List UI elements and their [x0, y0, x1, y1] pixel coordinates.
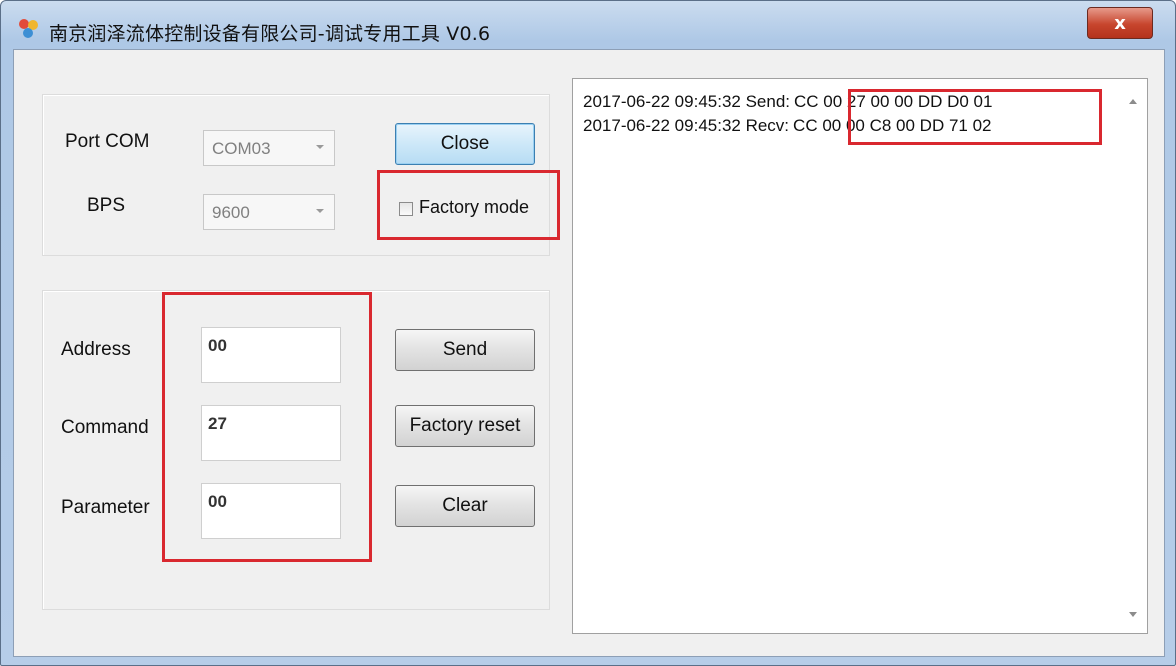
bps-select[interactable]: 9600 — [203, 194, 335, 230]
parameter-label: Parameter — [61, 497, 150, 518]
command-inputs-highlight — [162, 292, 372, 562]
command-label: Command — [61, 417, 149, 438]
factory-reset-button-label: Factory reset — [409, 415, 521, 436]
bps-label: BPS — [87, 195, 126, 216]
window-title: 南京润泽流体控制设备有限公司-调试专用工具 V0.6 — [49, 23, 491, 45]
clear-button[interactable]: Clear — [395, 485, 535, 527]
send-button[interactable]: Send — [395, 329, 535, 371]
port-com-value: COM03 — [212, 139, 271, 158]
log-line-prefix: 2017-06-22 09:45:32 Send: — [583, 92, 791, 111]
app-window: 南京润泽流体控制设备有限公司-调试专用工具 V0.6 x Port COM CO… — [0, 0, 1176, 666]
factory-mode-highlight — [377, 170, 560, 240]
app-icon — [19, 19, 38, 38]
address-label: Address — [61, 339, 131, 360]
hex-data-highlight — [848, 89, 1102, 145]
factory-reset-button[interactable]: Factory reset — [395, 405, 535, 447]
window-close-button[interactable]: x — [1087, 7, 1153, 39]
chevron-down-icon — [316, 145, 324, 149]
scroll-up-icon[interactable] — [1129, 99, 1137, 104]
client-area: Port COM COM03 BPS 9600 Close Factory mo… — [13, 49, 1165, 657]
scroll-down-icon[interactable] — [1129, 612, 1137, 617]
log-line-prefix: 2017-06-22 09:45:32 Recv: — [583, 116, 790, 135]
clear-button-label: Clear — [442, 495, 488, 516]
port-com-select[interactable]: COM03 — [203, 130, 335, 166]
port-com-label: Port COM — [65, 131, 150, 152]
close-button-label: Close — [440, 133, 490, 154]
close-button[interactable]: Close — [395, 123, 535, 165]
close-icon: x — [1114, 12, 1126, 34]
send-button-label: Send — [442, 339, 488, 360]
log-textarea[interactable]: 2017-06-22 09:45:32 Send: CC 00 27 00 00 … — [572, 78, 1148, 634]
title-bar[interactable]: 南京润泽流体控制设备有限公司-调试专用工具 V0.6 x — [1, 1, 1175, 47]
bps-value: 9600 — [212, 203, 250, 222]
chevron-down-icon — [316, 209, 324, 213]
